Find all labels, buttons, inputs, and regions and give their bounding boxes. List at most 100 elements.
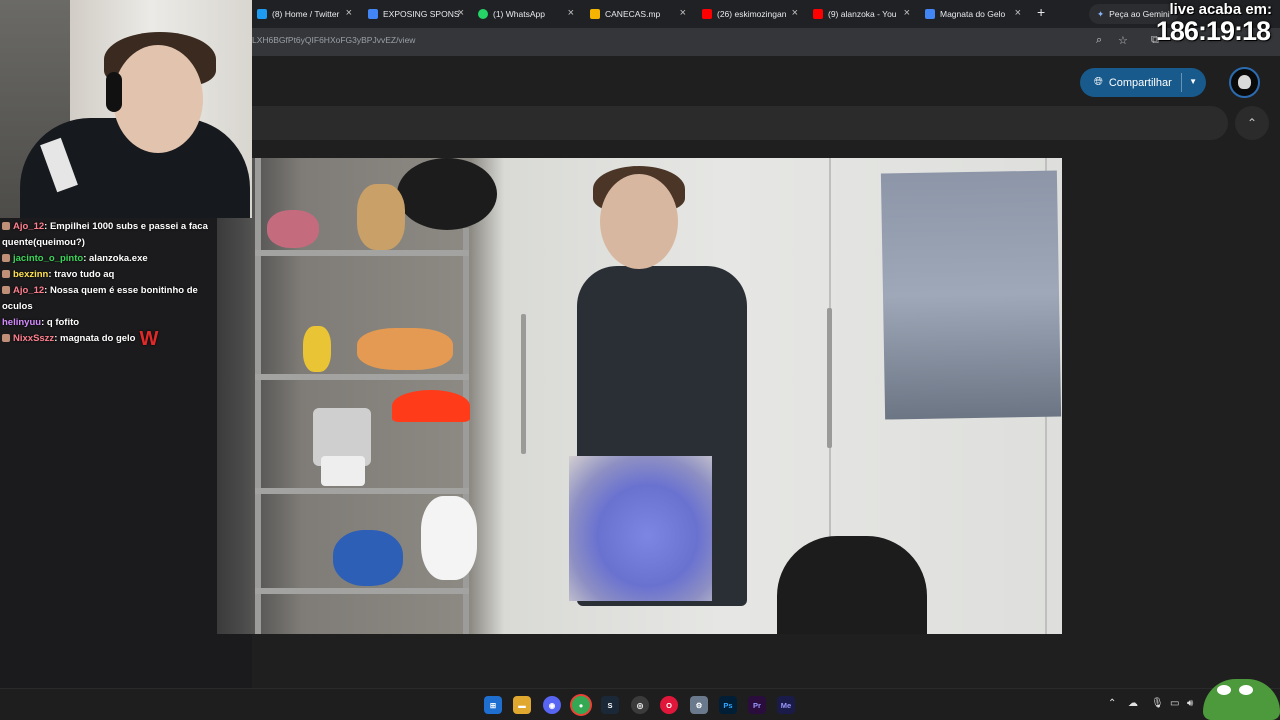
settings-icon[interactable]: ⚙ (690, 696, 708, 714)
chat-text: travo tudo aq (54, 269, 115, 280)
person-head (600, 174, 678, 269)
twitter-icon (257, 9, 267, 19)
sub-badge-icon (2, 222, 10, 230)
live-timer: live acaba em: 186:19:18 (1156, 0, 1280, 50)
file-explorer-icon[interactable]: ▬ (513, 696, 531, 714)
tab-label: (8) Home / Twitter (272, 9, 340, 19)
sub-badge-icon (2, 254, 10, 262)
chat-message: bexzinn: travo tudo aq (2, 267, 215, 283)
shelf (255, 588, 469, 594)
shelf (255, 374, 469, 380)
sub-badge-icon (2, 270, 10, 278)
close-icon[interactable]: × (792, 7, 798, 19)
chat-message: jacinto_o_pinto: alanzoka.exe (2, 251, 215, 267)
tab-label: CANECAS.mp (605, 9, 661, 19)
yellow-toy (303, 326, 331, 372)
tab-magnata[interactable]: Magnata do Gelo × (925, 4, 1021, 24)
file-details-bar (252, 106, 1228, 140)
close-icon[interactable]: × (346, 7, 352, 19)
emote-w-icon: W (139, 328, 159, 350)
close-icon[interactable]: × (568, 7, 574, 19)
close-icon[interactable]: × (680, 7, 686, 19)
drive-icon (590, 9, 600, 19)
chat-message: Ajo_12: Empilhei 1000 subs e passei a fa… (2, 221, 208, 248)
doc-icon (368, 9, 378, 19)
youtube-icon (813, 9, 823, 19)
obs-icon[interactable]: ◎ (631, 696, 649, 714)
tab-whatsapp[interactable]: (1) WhatsApp × (478, 4, 574, 24)
video-frame[interactable] (217, 158, 1062, 634)
media-encoder-icon[interactable]: Me (777, 696, 795, 714)
globe-icon: 🌐︎ (1094, 76, 1103, 88)
streamer-head (113, 45, 203, 153)
face-poster (880, 170, 1062, 420)
round-mirror (397, 158, 497, 230)
discord-icon[interactable]: ◉ (543, 696, 561, 714)
pink-plush (267, 210, 319, 248)
network-icon[interactable]: ▭ (1170, 698, 1179, 709)
webcam-overlay (0, 0, 252, 218)
cloud-icon[interactable]: ☁ (1128, 698, 1138, 709)
tab-eskimozingan[interactable]: (26) eskimozingan × (702, 4, 798, 24)
screen: (8) Home / Twitter × EXPOSING SPONS × (1… (0, 0, 1280, 720)
cat-plush (357, 328, 453, 370)
url-text[interactable]: LXH6BGfPt6yQIF6HXoFG3yBPJvvEZ/view (252, 35, 415, 45)
sub-badge-icon (2, 334, 10, 342)
share-label: Compartilhar (1108, 76, 1172, 89)
shelf-post (255, 158, 261, 634)
snoopy-plush (421, 496, 477, 580)
zoom-icon[interactable]: ⌕ (1096, 34, 1102, 47)
address-bar[interactable]: LXH6BGfPt6yQIF6HXoFG3yBPJvvEZ/view ⌕ ☆ ⧉ (252, 28, 1280, 56)
microphone-icon[interactable]: 🎙︎ (1151, 698, 1164, 709)
timer-value: 186:19:18 (1155, 16, 1271, 46)
chat-text: magnata do gelo (60, 333, 136, 344)
chevron-up-icon[interactable]: ⌃ (1235, 106, 1269, 140)
video-file-icon (925, 9, 935, 19)
chat-username: NixxSszz (13, 333, 55, 344)
caret-down-icon[interactable]: ▼ (1189, 77, 1197, 86)
tab-canecas[interactable]: CANECAS.mp × (590, 4, 686, 24)
chat-username: Ajo_12 (13, 221, 45, 232)
bookmark-star-icon[interactable]: ☆ (1118, 34, 1128, 47)
chat-overlay: Ajo_12: Empilhei 1000 subs e passei a fa… (0, 218, 217, 360)
photoshop-icon[interactable]: Ps (719, 696, 737, 714)
browser-tab-strip: (8) Home / Twitter × EXPOSING SPONS × (1… (252, 0, 1280, 28)
close-icon[interactable]: × (904, 7, 910, 19)
chat-message: Ajo_12: Nossa quem é esse bonitinho de o… (2, 285, 198, 312)
youtube-icon (702, 9, 712, 19)
new-tab-button[interactable]: + (1037, 4, 1045, 20)
volume-icon[interactable]: 🔊︎ (1187, 698, 1193, 709)
sparkle-icon: ✦ (1097, 8, 1105, 19)
chat-username: jacinto_o_pinto (13, 253, 84, 264)
steam-icon[interactable]: S (601, 696, 619, 714)
shelf (255, 488, 469, 494)
premiere-icon[interactable]: Pr (748, 696, 766, 714)
chat-message: helinyuu: q fofito (2, 317, 80, 328)
account-avatar[interactable] (1229, 67, 1260, 98)
dog-figure (321, 456, 365, 486)
figure-toy (357, 184, 405, 250)
chat-text: alanzoka.exe (89, 253, 148, 264)
chat-message: NixxSszz: magnata do gelo W (2, 328, 215, 350)
chrome-icon[interactable]: ● (572, 696, 590, 714)
opera-icon[interactable]: O (660, 696, 678, 714)
taskbar: ⊞ ▬ ◉ ● S ◎ O ⚙ Ps Pr Me ⌃ ☁ 🎙︎ ▭ 🔊︎ (0, 688, 1280, 720)
windows-start-icon[interactable]: ⊞ (484, 696, 502, 714)
sonic-plush (333, 530, 403, 586)
share-button[interactable]: 🌐︎ Compartilhar ▼ (1080, 68, 1206, 97)
tab-label: (1) WhatsApp (493, 9, 545, 19)
chevron-up-icon[interactable]: ⌃ (1108, 698, 1116, 709)
tab-label: EXPOSING SPONS (383, 9, 460, 19)
tab-alanzoka[interactable]: (9) alanzoka - You × (813, 4, 910, 24)
chat-username: Ajo_12 (13, 285, 45, 296)
close-icon[interactable]: × (458, 7, 464, 19)
door-handle (521, 314, 526, 454)
chat-username: helinyuu (2, 317, 42, 328)
tab-exposing[interactable]: EXPOSING SPONS × (368, 4, 464, 24)
headset (106, 72, 122, 112)
shelf (255, 250, 469, 256)
orange-lamp (392, 390, 470, 422)
close-icon[interactable]: × (1015, 7, 1021, 19)
tab-twitter[interactable]: (8) Home / Twitter × (257, 4, 352, 24)
chair (777, 536, 927, 634)
